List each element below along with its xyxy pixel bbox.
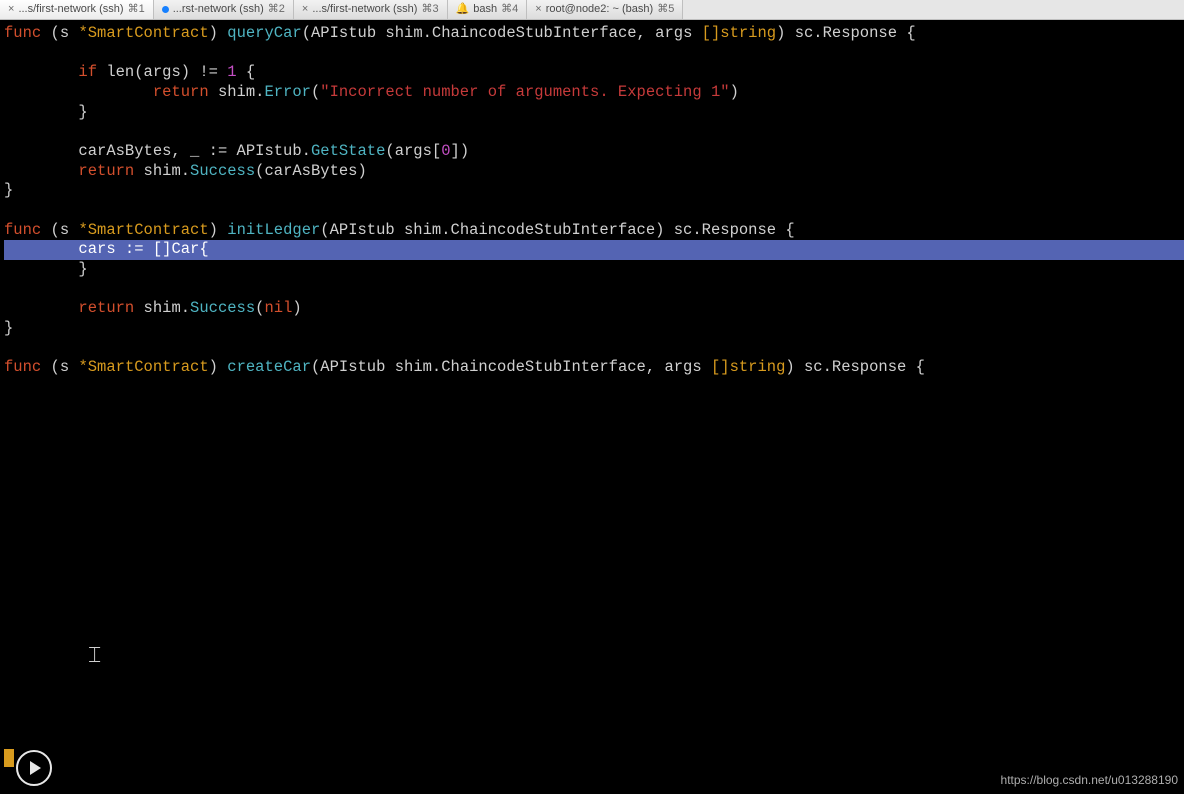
tab-label: root@node2: ~ (bash) — [546, 3, 653, 17]
close-icon[interactable]: × — [535, 3, 541, 17]
tab-shortcut: ⌘3 — [421, 3, 438, 17]
code-line: return shim.Success(nil) — [4, 299, 1184, 319]
code-line — [4, 122, 1184, 142]
code-line — [4, 201, 1184, 221]
code-line: func (s *SmartContract) initLedger(APIst… — [4, 221, 1184, 241]
bell-icon[interactable]: 🔔 — [456, 3, 470, 17]
code-editor[interactable]: func (s *SmartContract) queryCar(APIstub… — [0, 20, 1184, 378]
text-caret-icon: ⌶ — [88, 643, 101, 671]
tab-2[interactable]: ...rst-network (ssh) ⌘2 — [154, 0, 294, 19]
code-line: } — [4, 181, 1184, 201]
tab-4[interactable]: 🔔bash ⌘4 — [448, 0, 528, 19]
code-line: if len(args) != 1 { — [4, 63, 1184, 83]
code-line — [4, 44, 1184, 64]
tab-label: ...s/first-network (ssh) — [18, 3, 123, 17]
tab-bar: × ...s/first-network (ssh) ⌘1 ...rst-networ… — [0, 0, 1184, 20]
tab-label: ...rst-network (ssh) — [173, 3, 264, 17]
tab-label: ...s/first-network (ssh) — [312, 3, 417, 17]
tab-shortcut: ⌘1 — [128, 3, 145, 17]
tab-shortcut: ⌘5 — [657, 3, 674, 17]
tab-shortcut: ⌘4 — [501, 3, 518, 17]
code-line: carAsBytes, _ := APIstub.GetState(args[0… — [4, 142, 1184, 162]
code-line: func (s *SmartContract) createCar(APIstu… — [4, 358, 1184, 378]
code-line: return shim.Error("Incorrect number of a… — [4, 83, 1184, 103]
code-line: cars := []Car{ — [4, 240, 1184, 260]
watermark: https://blog.csdn.net/u013288190 — [1001, 773, 1178, 788]
code-line: } — [4, 103, 1184, 123]
code-line: } — [4, 260, 1184, 280]
play-button[interactable] — [16, 750, 52, 786]
code-line: return shim.Success(carAsBytes) — [4, 162, 1184, 182]
code-line — [4, 280, 1184, 300]
tab-1[interactable]: × ...s/first-network (ssh) ⌘1 — [0, 0, 154, 19]
tab-label: bash — [473, 3, 497, 17]
close-icon[interactable]: × — [8, 3, 14, 17]
terminal-cursor — [4, 749, 14, 767]
modified-dot-icon[interactable] — [162, 6, 169, 13]
close-icon[interactable]: × — [302, 3, 308, 17]
code-line — [4, 339, 1184, 359]
tab-shortcut: ⌘2 — [268, 3, 285, 17]
code-line: func (s *SmartContract) queryCar(APIstub… — [4, 24, 1184, 44]
play-icon — [30, 761, 41, 775]
code-line: } — [4, 319, 1184, 339]
tab-5[interactable]: × root@node2: ~ (bash) ⌘5 — [527, 0, 683, 19]
tab-3[interactable]: × ...s/first-network (ssh) ⌘3 — [294, 0, 448, 19]
